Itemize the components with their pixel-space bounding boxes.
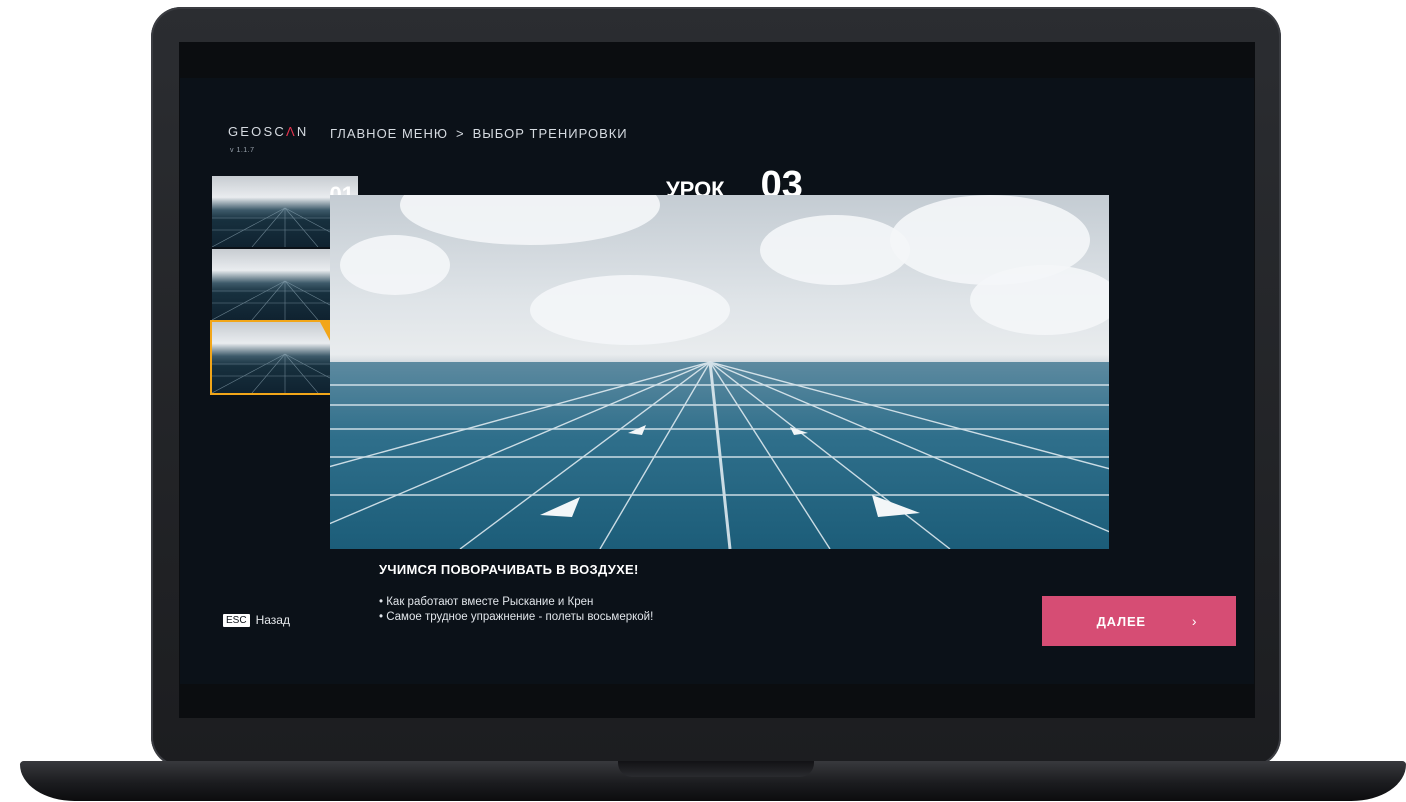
- lesson-preview-image: [330, 195, 1109, 549]
- lesson-title: УЧИМСЯ ПОВОРАЧИВАТЬ В ВОЗДУХЕ!: [379, 562, 639, 577]
- next-button[interactable]: ДАЛЕЕ ›: [1042, 596, 1236, 646]
- grid-lines: [330, 361, 1109, 549]
- breadcrumb-main-menu[interactable]: ГЛАВНОЕ МЕНЮ: [330, 126, 448, 141]
- back-control[interactable]: ESC Назад: [223, 613, 290, 627]
- logo-text-prefix: GEOSC: [228, 124, 286, 139]
- lesson-bullet: • Как работают вместе Рыскание и Крен: [379, 596, 594, 608]
- lesson-bullet: • Самое трудное упражнение - полеты вось…: [379, 611, 654, 623]
- app-version: v 1.1.7: [230, 147, 255, 154]
- breadcrumb-training-select: ВЫБОР ТРЕНИРОВКИ: [472, 126, 628, 141]
- geoscan-logo: GEOSCΛN: [228, 124, 308, 139]
- logo-text-suffix: N: [296, 124, 309, 139]
- lesson-description: • Как работают вместе Рыскание и Крен • …: [379, 595, 653, 625]
- next-button-label: ДАЛЕЕ: [1096, 613, 1146, 629]
- app-screen: GEOSCΛN v 1.1.7 ГЛАВНОЕ МЕНЮ > ВЫБОР ТРЕ…: [180, 78, 1254, 684]
- webcam: [713, 31, 718, 36]
- esc-key-badge: ESC: [223, 613, 250, 627]
- laptop-hinge-notch: [618, 761, 814, 777]
- back-label: Назад: [255, 613, 290, 627]
- breadcrumb: ГЛАВНОЕ МЕНЮ > ВЫБОР ТРЕНИРОВКИ: [330, 126, 628, 141]
- logo-accent: Λ: [285, 124, 297, 139]
- breadcrumb-separator: >: [456, 126, 465, 141]
- chevron-right-icon: ›: [1191, 613, 1198, 629]
